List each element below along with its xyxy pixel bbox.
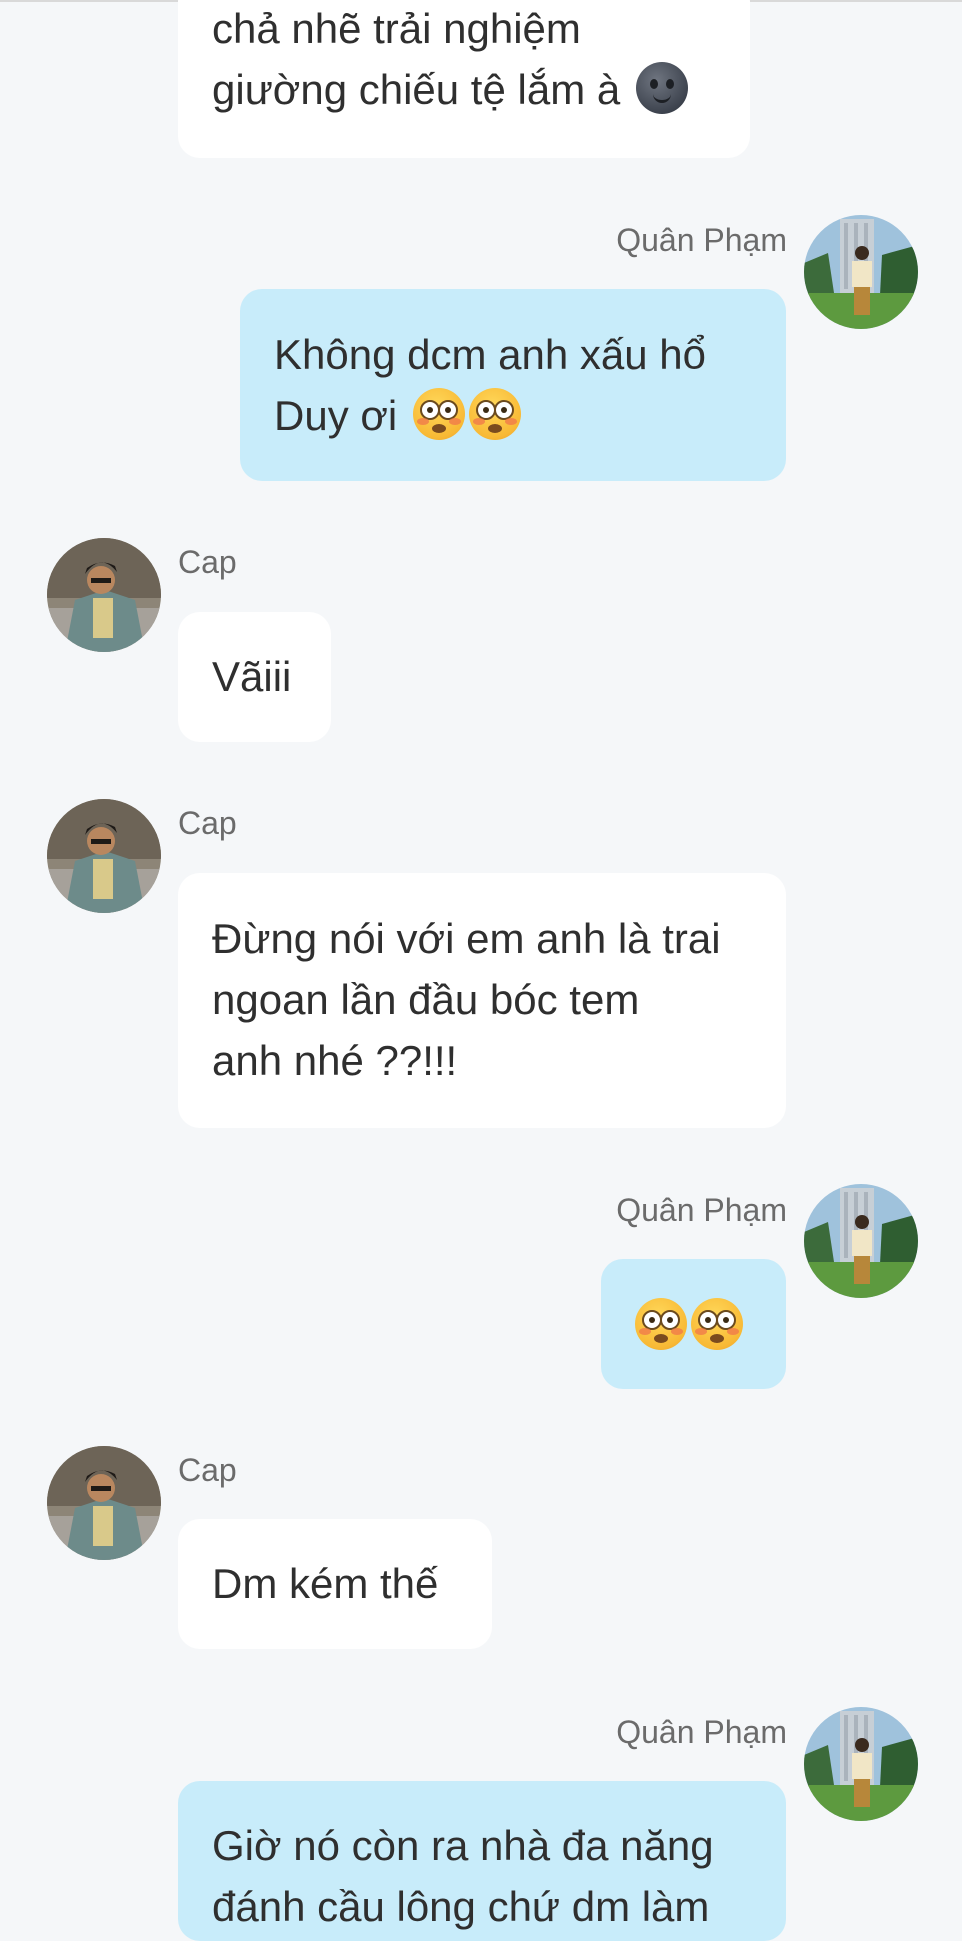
message-text: Đừng nói với em anh là trai: [212, 915, 721, 962]
message-bubble-incoming[interactable]: chả nhẽ trải nghiệm giường chiếu tệ lắm …: [178, 0, 750, 158]
sender-name: Cap: [178, 544, 237, 580]
message-text: Duy ơi: [274, 385, 752, 446]
flushed-face-emoji: [691, 1298, 743, 1350]
sender-name: Quân Phạm: [616, 1714, 787, 1750]
new-moon-face-emoji: [635, 62, 688, 114]
flushed-face-emoji: [635, 1298, 687, 1350]
message-bubble-incoming[interactable]: Dm kém thế: [178, 1519, 492, 1649]
message-bubble-outgoing[interactable]: Giờ nó còn ra nhà đa năng đánh cầu lông …: [178, 1781, 786, 1941]
message-text: Không dcm anh xấu hổ: [274, 331, 706, 378]
message-bubble-outgoing[interactable]: [601, 1259, 786, 1389]
sender-name: Cap: [178, 1452, 237, 1488]
avatar-cap[interactable]: [47, 538, 161, 652]
message-text: Vãiii: [212, 653, 292, 700]
message-text: Dm kém thế: [212, 1560, 439, 1607]
message-bubble-incoming[interactable]: Đừng nói với em anh là trai ngoan lần đầ…: [178, 873, 786, 1128]
avatar-cap[interactable]: [47, 799, 161, 913]
message-text: chả nhẽ trải nghiệm: [212, 5, 581, 52]
sender-name: Quân Phạm: [616, 1192, 787, 1228]
message-text: đánh cầu lông chứ dm làm: [212, 1883, 710, 1930]
message-text: Giờ nó còn ra nhà đa năng: [212, 1822, 714, 1869]
flushed-face-emoji: [468, 388, 521, 440]
avatar-quan-pham[interactable]: [804, 1184, 918, 1298]
message-text: [635, 1295, 752, 1356]
message-text: giường chiếu tệ lắm à: [212, 59, 716, 120]
flushed-face-emoji: [412, 388, 465, 440]
sender-name: Quân Phạm: [616, 222, 787, 258]
message-bubble-incoming[interactable]: Vãiii: [178, 612, 331, 742]
message-text: ngoan lần đầu bóc tem: [212, 976, 640, 1023]
avatar-quan-pham[interactable]: [804, 1707, 918, 1821]
avatar-quan-pham[interactable]: [804, 215, 918, 329]
message-text: anh nhé ??!!!: [212, 1037, 458, 1084]
avatar-cap[interactable]: [47, 1446, 161, 1560]
message-bubble-outgoing[interactable]: Không dcm anh xấu hổ Duy ơi: [240, 289, 786, 481]
sender-name: Cap: [178, 805, 237, 841]
